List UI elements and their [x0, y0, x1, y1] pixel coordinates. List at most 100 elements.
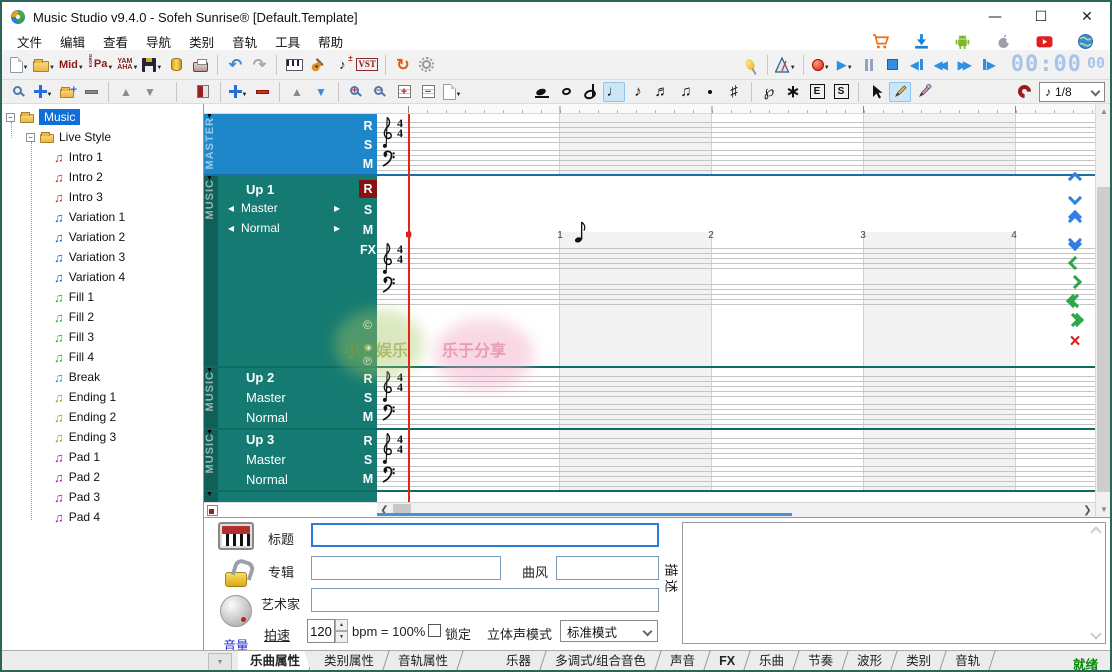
undo-button[interactable]	[224, 53, 246, 77]
tempo-value[interactable]: 120	[307, 619, 335, 643]
timeline-ruler[interactable]	[204, 104, 1095, 114]
menu-file[interactable]: 文件	[8, 32, 51, 51]
mode-value[interactable]: Normal	[246, 410, 288, 425]
move-up-button[interactable]	[115, 82, 137, 102]
staff-master[interactable]: 44	[377, 114, 1095, 174]
pause-button[interactable]	[858, 53, 880, 77]
tree-item-label[interactable]: Intro 3	[69, 190, 103, 204]
tree-item-label[interactable]: Variation 4	[69, 270, 125, 284]
note-thirtysecond-button[interactable]: ♫	[675, 82, 697, 102]
mute-toggle[interactable]: M	[359, 155, 377, 173]
fast-forward-button[interactable]	[954, 53, 976, 77]
tab-sound[interactable]: 声音	[658, 651, 707, 672]
tab-song-properties[interactable]: 乐曲属性	[238, 651, 312, 672]
tab-multimode-voice[interactable]: 多调式/组合音色	[543, 651, 658, 672]
stop-button[interactable]	[882, 53, 904, 77]
tab-list-dropdown[interactable]	[208, 653, 232, 671]
chevron-down-icon[interactable]	[456, 85, 462, 99]
record-toggle[interactable]: R	[359, 370, 377, 388]
apple-icon[interactable]	[995, 33, 1012, 50]
tree-item-ending-1[interactable]: Ending 1	[54, 387, 116, 407]
scroll-up-icon[interactable]: ▲	[1096, 104, 1112, 119]
mode-value[interactable]: Normal	[246, 472, 288, 487]
record-button[interactable]	[810, 53, 832, 77]
collapse-box-icon[interactable]	[26, 133, 35, 142]
chevron-down-icon[interactable]	[847, 58, 853, 72]
metronome-button[interactable]	[774, 53, 797, 77]
stereo-mode-select[interactable]: 标准模式	[560, 620, 658, 642]
scroll-thumb[interactable]	[1097, 187, 1111, 492]
tab-category[interactable]: 类别	[894, 651, 943, 672]
guitar-button[interactable]	[307, 53, 329, 77]
menu-track[interactable]: 音轨	[223, 32, 266, 51]
tree-group-label[interactable]: Live Style	[59, 130, 111, 144]
nav-page-left-icon[interactable]	[1068, 296, 1082, 306]
record-toggle[interactable]: R	[359, 180, 377, 198]
tree-item-label[interactable]: Break	[69, 370, 100, 384]
rewind-button[interactable]	[930, 53, 952, 77]
tree-item-fill-1[interactable]: Fill 1	[54, 287, 94, 307]
scroll-up-icon[interactable]	[1090, 526, 1101, 537]
tree-item-pad-2[interactable]: Pad 2	[54, 467, 100, 487]
note-quarter-button[interactable]: ♩	[603, 82, 625, 102]
tree-root-music[interactable]: Music	[6, 107, 80, 127]
unlocked-padlock-icon[interactable]	[225, 572, 247, 587]
tree-item-label[interactable]: Fill 1	[69, 290, 94, 304]
track-header-partial[interactable]	[204, 492, 377, 502]
mute-toggle[interactable]: M	[359, 221, 377, 239]
add-track-button[interactable]	[227, 82, 249, 102]
mini-window-icon[interactable]	[207, 505, 218, 516]
spin-down-icon[interactable]: ▼	[335, 631, 348, 643]
tree-item-label[interactable]: Fill 2	[69, 310, 94, 324]
pedal-button[interactable]: ℘	[758, 82, 780, 102]
chevron-down-icon[interactable]	[47, 85, 53, 99]
tree-item-pad-4[interactable]: Pad 4	[54, 507, 100, 527]
tree-item-intro-1[interactable]: Intro 1	[54, 147, 103, 167]
chevron-down-icon[interactable]	[156, 58, 162, 72]
tree-item-label[interactable]: Pad 3	[69, 490, 100, 504]
tree-item-label[interactable]: Ending 1	[69, 390, 116, 404]
snap-resolution-select[interactable]: ♪ 1/8	[1039, 82, 1105, 102]
microphone-button[interactable]	[739, 53, 761, 77]
solo-toggle[interactable]: S	[359, 136, 377, 154]
tree-item-fill-3[interactable]: Fill 3	[54, 327, 94, 347]
remove-track-button[interactable]	[251, 82, 273, 102]
tree-item-label[interactable]: Intro 1	[69, 150, 103, 164]
save-button[interactable]	[141, 53, 163, 77]
import-korg-button[interactable]: KORGPa	[87, 53, 114, 77]
solo-toggle[interactable]: S	[359, 389, 377, 407]
keyboard-icon[interactable]	[218, 522, 254, 550]
track-title[interactable]: Up 1	[246, 182, 274, 197]
tab-instrument[interactable]: 乐器	[494, 651, 543, 672]
tree-item-label[interactable]: Pad 2	[69, 470, 100, 484]
tree-item-label[interactable]: Ending 2	[69, 410, 116, 424]
staff-up2[interactable]: 44	[377, 368, 1095, 428]
eighth-note-event[interactable]	[574, 220, 587, 243]
zoom-in-button[interactable]	[345, 82, 367, 102]
tab-waveform[interactable]: 波形	[845, 651, 894, 672]
track-down-button[interactable]	[310, 82, 332, 102]
note-eighth-button[interactable]: ♪	[627, 82, 649, 102]
menu-help[interactable]: 帮助	[309, 32, 352, 51]
tab-song[interactable]: 乐曲	[747, 651, 796, 672]
remove-category-button[interactable]	[80, 82, 102, 102]
fx-toggle[interactable]: FX	[359, 241, 377, 259]
chevron-down-icon[interactable]	[132, 58, 138, 72]
vst-button[interactable]: VST	[355, 53, 379, 77]
sharp-button[interactable]: ♯	[723, 82, 745, 102]
tree-item-label[interactable]: Pad 4	[69, 510, 100, 524]
album-input[interactable]	[311, 556, 501, 580]
step-back-button[interactable]	[906, 53, 928, 77]
next-arrow-icon[interactable]	[334, 221, 340, 235]
view-options-button[interactable]	[441, 82, 463, 102]
expression-button[interactable]: E	[806, 82, 828, 102]
minimize-button[interactable]: —	[972, 2, 1018, 32]
chevron-down-icon[interactable]	[23, 58, 29, 72]
zoom-out-button[interactable]	[369, 82, 391, 102]
scroll-right-icon[interactable]: ❯	[1080, 503, 1095, 517]
title-input[interactable]	[311, 523, 659, 547]
solo-toggle[interactable]: S	[359, 201, 377, 219]
tab-fx[interactable]: FX	[707, 651, 747, 672]
new-file-button[interactable]	[8, 53, 30, 77]
splitter-highlight[interactable]	[377, 513, 792, 516]
